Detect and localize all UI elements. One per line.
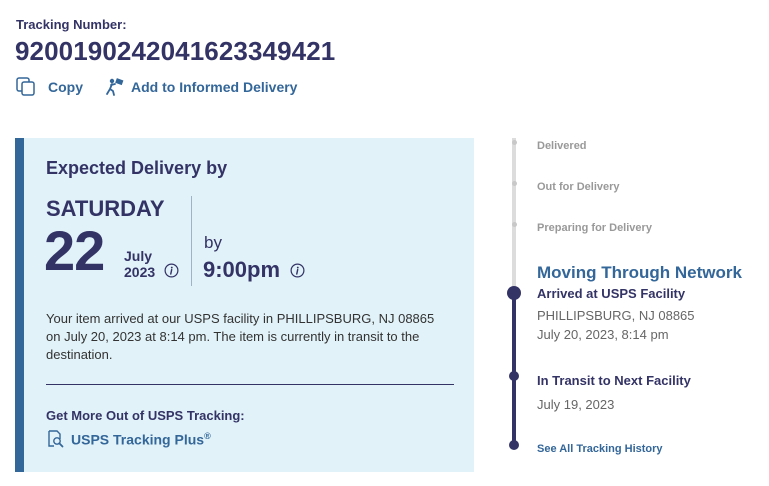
timeline-dot — [511, 181, 517, 186]
timeline-progress-line — [512, 292, 516, 448]
timeline-future-line — [512, 138, 516, 292]
timeline-dot — [509, 440, 519, 450]
timeline-event-time: July 20, 2023, 8:14 pm — [537, 327, 669, 342]
expected-delivery-card: Expected Delivery by SATURDAY 22 July 20… — [15, 138, 474, 472]
info-icon[interactable] — [164, 263, 179, 278]
tracking-actions: Copy Add to Informed Delivery — [16, 77, 297, 97]
expected-delivery-heading: Expected Delivery by — [46, 158, 228, 178]
tracking-number-label: Tracking Number: — [16, 17, 127, 32]
timeline-step-delivered: Delivered — [537, 140, 587, 152]
delivery-date: 22 — [44, 219, 105, 282]
timeline-event-title: In Transit to Next Facility — [537, 373, 691, 388]
copy-label: Copy — [48, 79, 83, 95]
delivery-description: Your item arrived at our USPS facility i… — [46, 311, 435, 362]
card-divider — [46, 384, 454, 385]
timeline-step-out-for-delivery: Out for Delivery — [537, 181, 620, 193]
add-informed-delivery-button[interactable]: Add to Informed Delivery — [105, 77, 297, 97]
see-all-tracking-history-link[interactable]: See All Tracking History — [537, 443, 663, 455]
timeline-event-location: PHILLIPSBURG, NJ 08865 — [537, 308, 695, 323]
tracking-plus-text: USPS Tracking Plus — [71, 431, 205, 448]
timeline-current-status: Moving Through Network — [537, 263, 742, 282]
delivery-year: 2023 — [124, 264, 156, 280]
timeline-current-dot — [507, 286, 521, 300]
copy-button[interactable]: Copy — [16, 77, 83, 97]
timeline-dot — [511, 140, 517, 145]
by-label: by — [204, 233, 222, 252]
more-tracking-heading: Get More Out of USPS Tracking: — [46, 408, 245, 423]
delivery-month: July — [124, 248, 153, 264]
usps-tracking-plus-label: USPS Tracking Plus® — [71, 431, 211, 448]
date-time-divider — [191, 196, 192, 286]
tracking-number: 9200190242041623349421 — [15, 36, 336, 66]
magnifier-document-icon — [46, 430, 64, 448]
copy-icon — [16, 77, 36, 97]
timeline-step-preparing: Preparing for Delivery — [537, 222, 652, 234]
informed-delivery-label: Add to Informed Delivery — [131, 79, 298, 95]
timeline-dot — [511, 222, 517, 227]
registered-mark: ® — [204, 430, 211, 441]
timeline-event-time: July 19, 2023 — [537, 397, 615, 412]
person-mail-icon — [105, 77, 125, 97]
delivery-time: 9:00pm — [203, 257, 281, 282]
timeline-dot — [509, 371, 519, 381]
timeline-event-title: Arrived at USPS Facility — [537, 286, 686, 301]
info-icon[interactable] — [290, 263, 305, 278]
usps-tracking-plus-link[interactable]: USPS Tracking Plus® — [46, 430, 211, 448]
